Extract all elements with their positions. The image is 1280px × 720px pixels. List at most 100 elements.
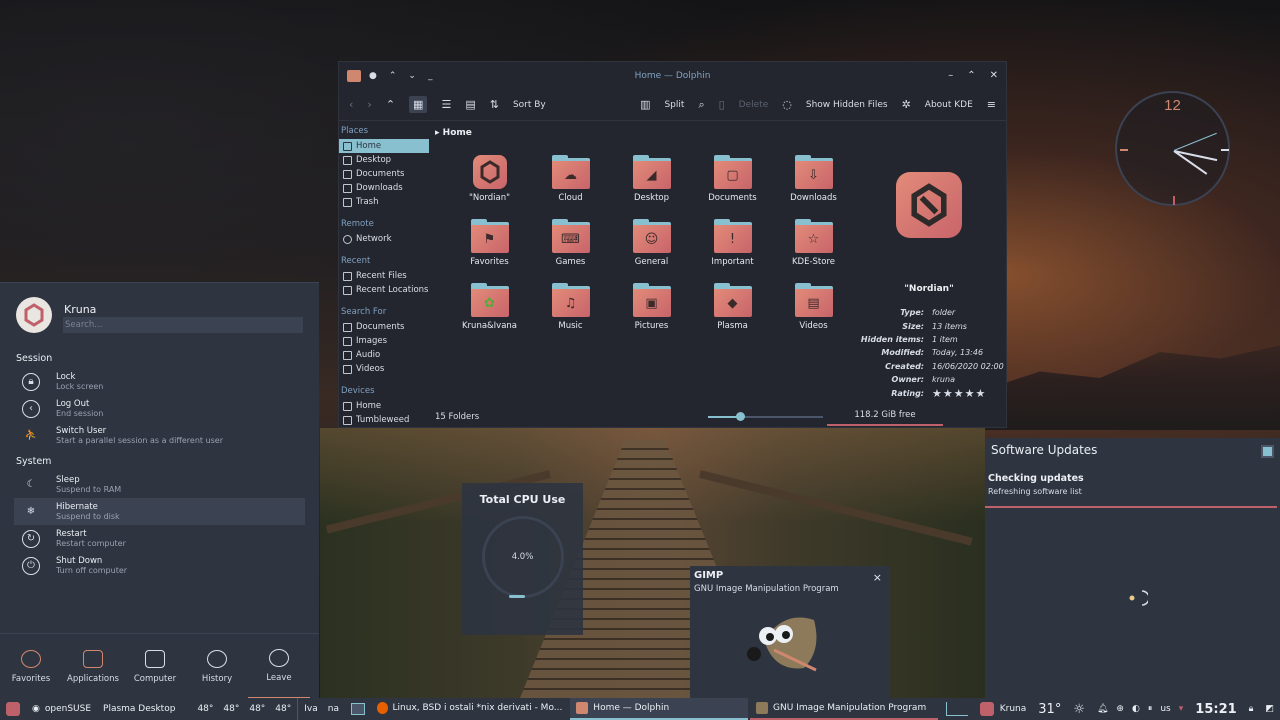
updates-tray-icon[interactable]: ⊕ [1116, 704, 1124, 714]
forward-icon[interactable]: › [367, 98, 371, 111]
file-item-music[interactable]: ♫ Music [530, 283, 611, 337]
file-item-nordian[interactable]: "Nordian" [449, 155, 530, 209]
close-button[interactable]: ✕ [990, 70, 998, 81]
file-item-plasma[interactable]: ◆ Plasma [692, 283, 773, 337]
hamburger-menu-icon[interactable]: ≡ [987, 98, 996, 111]
compact-view-icon[interactable]: ☰ [441, 98, 451, 111]
file-item-documents[interactable]: ▢ Documents [692, 155, 773, 209]
tab-history[interactable]: History [186, 634, 248, 699]
star-icon [21, 649, 41, 668]
task-gimp[interactable]: GNU Image Manipulation Program [750, 698, 938, 720]
back-icon[interactable]: ‹ [349, 98, 353, 111]
file-item-kde-store[interactable]: ☆ KDE-Store [773, 219, 854, 273]
sidebar-item-search-videos[interactable]: Videos [339, 362, 431, 376]
kde-icon[interactable]: ✲ [902, 98, 911, 111]
show-hidden-files-button[interactable]: Show Hidden Files [806, 100, 888, 110]
hidden-files-icon[interactable]: ◌ [782, 98, 792, 111]
sidebar-item-recent-locations[interactable]: Recent Locations [339, 283, 431, 297]
file-item-videos[interactable]: ▤ Videos [773, 283, 854, 337]
weather-temp[interactable]: 31° [1032, 698, 1067, 720]
tab-applications[interactable]: Applications [62, 634, 124, 699]
keyboard-layout[interactable]: us [1160, 704, 1170, 714]
task-dolphin[interactable]: Home — Dolphin [570, 698, 749, 720]
chevron-down-icon[interactable]: ⌄ [408, 71, 416, 81]
pager-icon[interactable] [345, 698, 371, 720]
minimize-button[interactable]: – [948, 70, 953, 81]
zoom-slider[interactable] [708, 412, 823, 421]
task-firefox[interactable]: Linux, BSD i ostali *nix derivati - Mo..… [371, 698, 568, 720]
temperature-monitor[interactable]: 48° 48° 48° 48° [181, 698, 297, 720]
desktop-label[interactable]: Plasma Desktop [97, 698, 181, 720]
free-space[interactable]: 118.2 GiB free [827, 406, 943, 426]
notifications-icon[interactable]: 🔔︎ [1097, 704, 1108, 714]
volume-icon[interactable]: ◐ [1132, 704, 1140, 714]
split-icon[interactable]: ▥ [640, 98, 650, 111]
tab-computer[interactable]: Computer [124, 634, 186, 699]
avatar[interactable] [16, 297, 52, 333]
breadcrumb[interactable]: ▸ Home [435, 128, 472, 138]
media-icon[interactable]: ⏸ [1148, 704, 1153, 714]
tab-favorites[interactable]: Favorites [0, 634, 62, 699]
user-button[interactable]: Kruna [974, 698, 1033, 720]
temp-value: 48° [223, 704, 240, 714]
lock-icon[interactable]: 🔒︎ [1243, 698, 1260, 720]
file-item-downloads[interactable]: ⇩ Downloads [773, 155, 854, 209]
file-item-important[interactable]: ! Important [692, 219, 773, 273]
close-icon[interactable]: × [873, 571, 882, 584]
sidebar-item-home[interactable]: Home [339, 139, 429, 153]
sleep-item[interactable]: ☾ Sleep Suspend to RAM [14, 471, 305, 498]
file-item-pictures[interactable]: ▣ Pictures [611, 283, 692, 337]
file-item-favorites[interactable]: ⚑ Favorites [449, 219, 530, 273]
sidebar-item-recent-files[interactable]: Recent Files [339, 269, 431, 283]
file-item-games[interactable]: ⌨ Games [530, 219, 611, 273]
split-button[interactable]: Split [664, 100, 684, 110]
sidebar-item-network[interactable]: Network [339, 232, 431, 246]
sidebar-item-search-documents[interactable]: Documents [339, 320, 431, 334]
show-desktop-icon[interactable]: ◩ [1259, 698, 1280, 720]
folder-app-icon[interactable] [347, 69, 361, 82]
about-kde-button[interactable]: About KDE [925, 100, 973, 110]
sidebar-item-search-audio[interactable]: Audio [339, 348, 431, 362]
sidebar-item-desktop[interactable]: Desktop [339, 153, 431, 167]
sidebar-item-trash[interactable]: Trash [339, 195, 431, 209]
restart-item[interactable]: ↻ Restart Restart computer [14, 525, 305, 552]
file-item-desktop[interactable]: ◢ Desktop [611, 155, 692, 209]
sidebar-item-downloads[interactable]: Downloads [339, 181, 431, 195]
tab-leave[interactable]: Leave [248, 634, 310, 699]
user-switcher[interactable]: Iva na [297, 698, 345, 720]
tray-expand-icon[interactable]: ▾ [1179, 704, 1184, 714]
sidebar-item-device-home[interactable]: Home [339, 399, 431, 413]
rating-stars[interactable]: ★★★★★ [932, 387, 986, 400]
file-item-cloud[interactable]: ☁ Cloud [530, 155, 611, 209]
weather-icon[interactable]: ☼ [1067, 698, 1091, 720]
switch-user-item[interactable]: ⛹ Switch User Start a parallel session as … [14, 422, 305, 449]
delete-button[interactable]: Delete [739, 100, 769, 110]
shade-icon[interactable]: ⌃ [389, 71, 397, 81]
sidebar-item-documents[interactable]: Documents [339, 167, 431, 181]
gimp-notification[interactable]: GIMP GNU Image Manipulation Program × [690, 566, 890, 698]
sort-icon[interactable]: ⇅ [490, 98, 499, 111]
keep-above-icon[interactable]: ● [369, 71, 377, 81]
logout-item[interactable]: ‹ Log Out End session [14, 395, 305, 422]
digital-clock[interactable]: 15:21 [1189, 698, 1242, 720]
system-monitor-icon[interactable] [940, 698, 974, 720]
zoom-slider-handle[interactable] [736, 412, 746, 421]
minimize-alt-icon[interactable]: _ [428, 71, 433, 81]
sort-by-button[interactable]: Sort By [513, 100, 546, 110]
file-item-general[interactable]: ☺ General [611, 219, 692, 273]
search-icon[interactable]: ⌕ [698, 98, 704, 112]
lock-item[interactable]: 🔒︎ Lock Lock screen [14, 368, 305, 395]
search-input[interactable]: Search... [63, 317, 303, 333]
pin-icon[interactable] [1261, 445, 1274, 458]
details-view-icon[interactable]: ▤ [465, 98, 475, 111]
file-item-kruna-ivana[interactable]: ✿ Kruna&Ivana [449, 283, 530, 337]
shutdown-item[interactable]: ⏻ Shut Down Turn off computer [14, 552, 305, 579]
maximize-button[interactable]: ⌃ [967, 70, 975, 81]
sidebar-item-search-images[interactable]: Images [339, 334, 431, 348]
up-icon[interactable]: ⌃ [386, 98, 395, 111]
distro-button[interactable]: ◉ openSUSE [26, 698, 97, 720]
launcher-button[interactable] [0, 698, 26, 720]
sidebar-item-device-tumbleweed[interactable]: Tumbleweed [339, 413, 431, 427]
hibernate-item[interactable]: ❄ Hibernate Suspend to disk [14, 498, 305, 525]
icons-view-icon[interactable]: ▦ [409, 96, 428, 113]
